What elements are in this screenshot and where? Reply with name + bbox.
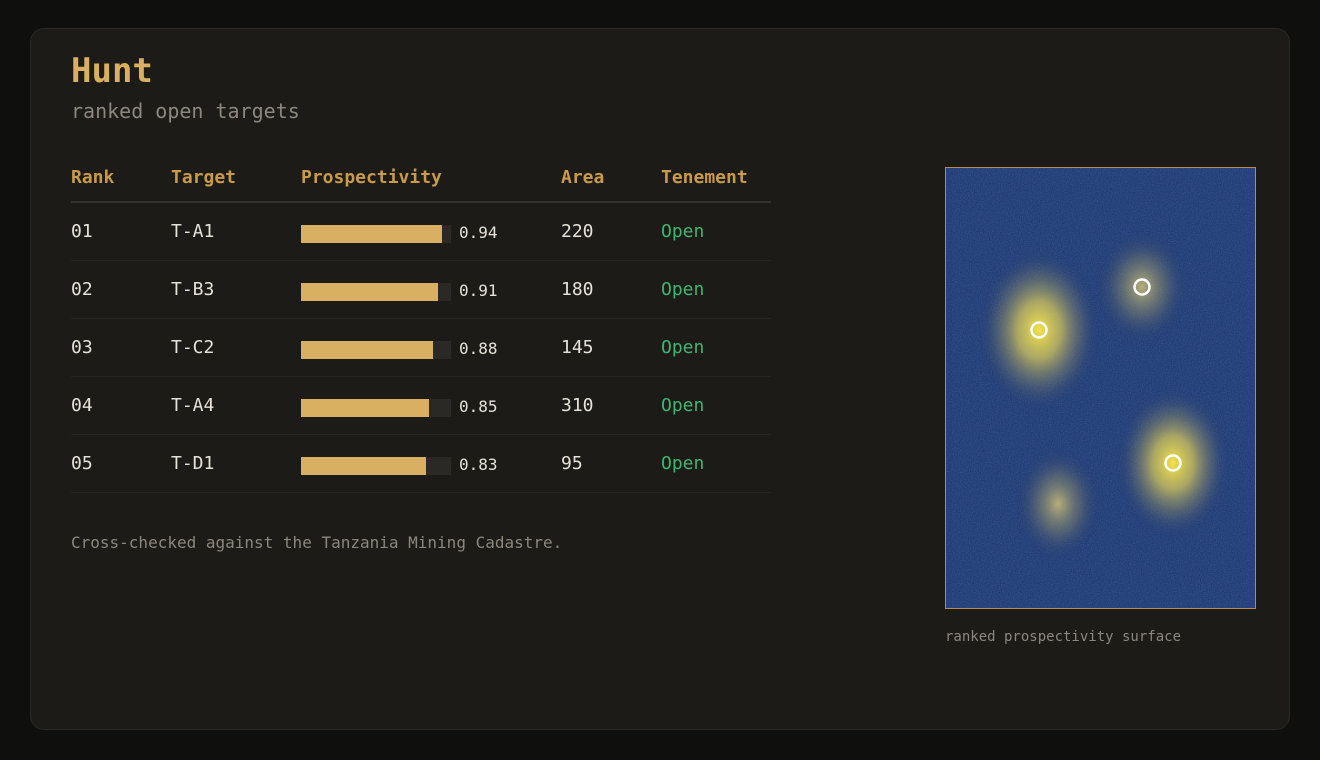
prospectivity-bar-fill xyxy=(301,457,426,475)
target-cell: T-D1 xyxy=(171,453,215,474)
prospectivity-bar xyxy=(301,457,451,475)
tenement-status: Open xyxy=(661,395,705,416)
prospectivity-bar xyxy=(301,399,451,417)
prospectivity-bar-fill xyxy=(301,341,433,359)
column-header-tenement[interactable]: Tenement xyxy=(661,167,748,188)
table-row[interactable]: 03 T-C2 0.88 145 Open xyxy=(71,319,771,377)
prospectivity-value: 0.85 xyxy=(459,397,498,416)
prospectivity-bar xyxy=(301,283,451,301)
main-card: Hunt ranked open targets Rank Target Pro… xyxy=(30,28,1290,730)
rank-cell: 03 xyxy=(71,337,93,358)
rank-cell: 04 xyxy=(71,395,93,416)
table-row[interactable]: 01 T-A1 0.94 220 Open xyxy=(71,203,771,261)
prospectivity-bar-fill xyxy=(301,399,429,417)
rank-cell: 05 xyxy=(71,453,93,474)
prospectivity-bar-fill xyxy=(301,283,438,301)
target-cell: T-B3 xyxy=(171,279,215,300)
prospectivity-value: 0.94 xyxy=(459,223,498,242)
table-row[interactable]: 05 T-D1 0.83 95 Open xyxy=(71,435,771,493)
table-row[interactable]: 04 T-A4 0.85 310 Open xyxy=(71,377,771,435)
prospectivity-map[interactable] xyxy=(945,167,1256,609)
prospectivity-value: 0.88 xyxy=(459,339,498,358)
prospectivity-value: 0.83 xyxy=(459,455,498,474)
tenement-status: Open xyxy=(661,337,705,358)
area-cell: 95 xyxy=(561,453,583,474)
rank-cell: 02 xyxy=(71,279,93,300)
table-body: 01 T-A1 0.94 220 Open 02 T-B3 0.91 180 Open 03 T-C2… xyxy=(71,203,771,493)
prospectivity-value: 0.91 xyxy=(459,281,498,300)
target-cell: T-A4 xyxy=(171,395,215,416)
column-header-rank[interactable]: Rank xyxy=(71,167,114,188)
area-cell: 180 xyxy=(561,279,594,300)
column-header-area[interactable]: Area xyxy=(561,167,604,188)
rank-cell: 01 xyxy=(71,221,93,242)
target-cell: T-A1 xyxy=(171,221,215,242)
source-note: Cross-checked against the Tanzania Minin… xyxy=(71,533,563,552)
page-title: Hunt xyxy=(71,51,153,91)
table-header: Rank Target Prospectivity Area Tenement xyxy=(71,167,771,203)
tenement-status: Open xyxy=(661,279,705,300)
column-header-target[interactable]: Target xyxy=(171,167,236,188)
tenement-status: Open xyxy=(661,453,705,474)
targets-table: Rank Target Prospectivity Area Tenement … xyxy=(71,167,771,493)
prospectivity-bar xyxy=(301,341,451,359)
tenement-status: Open xyxy=(661,221,705,242)
area-cell: 310 xyxy=(561,395,594,416)
target-cell: T-C2 xyxy=(171,337,215,358)
prospectivity-surface xyxy=(946,168,1255,608)
area-cell: 145 xyxy=(561,337,594,358)
map-caption: ranked prospectivity surface xyxy=(945,629,1182,645)
prospectivity-bar xyxy=(301,225,451,243)
area-cell: 220 xyxy=(561,221,594,242)
prospectivity-bar-fill xyxy=(301,225,442,243)
column-header-prospectivity[interactable]: Prospectivity xyxy=(301,167,442,188)
page-subtitle: ranked open targets xyxy=(71,99,300,123)
table-row[interactable]: 02 T-B3 0.91 180 Open xyxy=(71,261,771,319)
